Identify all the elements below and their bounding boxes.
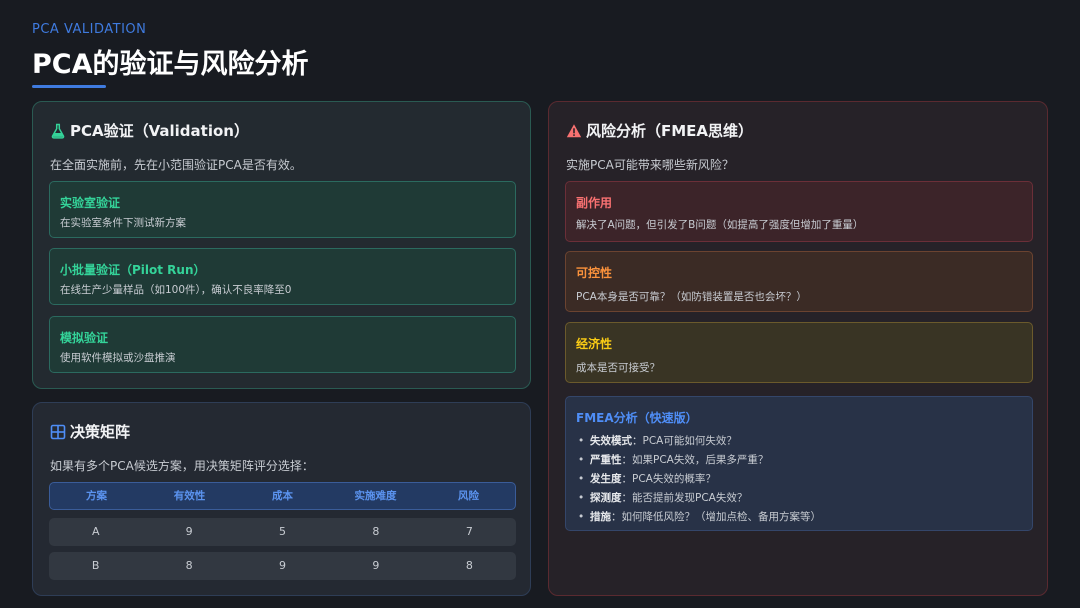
list-item: • 发生度 ：PCA失效的概率？ xyxy=(578,470,821,489)
fmea-item-label: 措施 xyxy=(590,511,611,523)
validation-description: 在全面实施前，先在小范围验证PCA是否有效。 xyxy=(50,158,302,172)
fmea-item-text: ：PCA可能如何失效？ xyxy=(632,435,737,447)
validation-item-title: 模拟验证 xyxy=(60,331,109,345)
fmea-item-label: 探测度 xyxy=(590,492,622,504)
matrix-title-text: 决策矩阵 xyxy=(70,423,131,441)
page-title: PCA的验证与风险分析 xyxy=(32,49,309,80)
validation-item-text: 在线生产少量样品（如100件），确认不良率降至0 xyxy=(60,284,292,296)
decision-matrix-card: 决策矩阵 如果有多个PCA候选方案，用决策矩阵评分选择： 方案 有效性 成本 实… xyxy=(32,402,531,596)
matrix-card-title: 决策矩阵 xyxy=(50,421,130,442)
list-item: • 措施 ：如何降低风险？（增加点检、备用方案等） xyxy=(578,508,821,527)
risk-title-text: 风险分析（FMEA思维） xyxy=(586,122,754,140)
table-header-cell: 成本 xyxy=(272,490,293,502)
table-cell: 8 xyxy=(465,559,473,572)
risk-card-title: 风险分析（FMEA思维） xyxy=(566,120,753,141)
risk-item-text: 解决了A问题，但引发了B问题（如提高了强度但增加了重量） xyxy=(576,219,864,231)
fmea-item-text: ：能否提前发现PCA失效？ xyxy=(621,492,748,504)
fmea-item-label: 发生度 xyxy=(590,473,622,485)
table-cell: 8 xyxy=(372,525,380,538)
validation-item-text: 使用软件模拟或沙盘推演 xyxy=(60,352,176,364)
risk-item-text: PCA本身是否可靠？（如防错装置是否也会坏？） xyxy=(576,291,807,303)
table-header-cell: 风险 xyxy=(458,490,479,502)
flask-icon xyxy=(50,123,66,139)
risk-item-economy: 经济性 成本是否可接受？ xyxy=(565,322,1033,383)
risk-analysis-card: 风险分析（FMEA思维） 实施PCA可能带来哪些新风险？ 副作用 解决了A问题，… xyxy=(548,101,1048,596)
table-cell: A xyxy=(91,525,100,538)
risk-item-controllability: 可控性 PCA本身是否可靠？（如防错装置是否也会坏？） xyxy=(565,251,1033,312)
validation-card-title: PCA验证（Validation） xyxy=(50,120,249,141)
matrix-description: 如果有多个PCA候选方案，用决策矩阵评分选择： xyxy=(50,459,314,473)
list-item: • 严重性 ：如果PCA失效，后果多严重？ xyxy=(578,451,821,470)
table-row: A 9 5 8 7 xyxy=(49,518,516,546)
table-cell: 9 xyxy=(185,525,193,538)
fmea-item-label: 失效模式 xyxy=(590,435,632,447)
table-cell: B xyxy=(91,559,100,572)
validation-item-title: 小批量验证（Pilot Run） xyxy=(60,263,206,277)
validation-card: PCA验证（Validation） 在全面实施前，先在小范围验证PCA是否有效。… xyxy=(32,101,531,389)
matrix-table-header: 方案 有效性 成本 实施难度 风险 xyxy=(49,482,516,510)
list-item: • 失效模式 ：PCA可能如何失效？ xyxy=(578,432,821,451)
table-cell: 7 xyxy=(465,525,473,538)
validation-item-title: 实验室验证 xyxy=(60,196,121,210)
table-row: B 8 9 9 8 xyxy=(49,552,516,580)
table-cell: 9 xyxy=(279,559,287,572)
fmea-item-label: 严重性 xyxy=(590,454,622,466)
table-cell: 9 xyxy=(372,559,380,572)
fmea-item-text: ：如果PCA失效，后果多严重？ xyxy=(621,454,769,466)
fmea-quick-panel: FMEA分析（快速版） • 失效模式 ：PCA可能如何失效？ • 严重性 ：如果PCA失… xyxy=(565,396,1033,531)
risk-item-side-effect: 副作用 解决了A问题，但引发了B问题（如提高了强度但增加了重量） xyxy=(565,181,1033,242)
table-cell: 8 xyxy=(185,559,193,572)
title-underline xyxy=(32,85,106,88)
fmea-item-text: ：如何降低风险？（增加点检、备用方案等） xyxy=(611,511,821,523)
fmea-title: FMEA分析（快速版） xyxy=(576,411,698,425)
validation-item-simulation: 模拟验证 使用软件模拟或沙盘推演 xyxy=(49,316,516,373)
risk-item-text: 成本是否可接受？ xyxy=(576,362,660,374)
risk-item-title: 副作用 xyxy=(576,196,613,210)
risk-item-title: 经济性 xyxy=(576,337,613,351)
table-header-cell: 有效性 xyxy=(173,490,206,502)
fmea-list: • 失效模式 ：PCA可能如何失效？ • 严重性 ：如果PCA失效，后果多严重？ • 发生… xyxy=(578,432,821,527)
grid-icon xyxy=(50,424,66,440)
risk-item-title: 可控性 xyxy=(576,266,613,280)
fmea-item-text: ：PCA失效的概率？ xyxy=(621,473,716,485)
list-item: • 探测度 ：能否提前发现PCA失效？ xyxy=(578,489,821,508)
validation-item-pilot: 小批量验证（Pilot Run） 在线生产少量样品（如100件），确认不良率降至… xyxy=(49,248,516,305)
risk-description: 实施PCA可能带来哪些新风险？ xyxy=(566,158,734,172)
header-kicker: PCA VALIDATION xyxy=(32,22,147,37)
table-header-cell: 实施难度 xyxy=(354,490,397,502)
table-header-cell: 方案 xyxy=(86,490,107,502)
validation-title-text: PCA验证（Validation） xyxy=(70,122,249,140)
table-cell: 5 xyxy=(279,525,287,538)
validation-item-text: 在实验室条件下测试新方案 xyxy=(60,217,186,229)
validation-item-lab: 实验室验证 在实验室条件下测试新方案 xyxy=(49,181,516,238)
warning-icon xyxy=(566,123,582,139)
